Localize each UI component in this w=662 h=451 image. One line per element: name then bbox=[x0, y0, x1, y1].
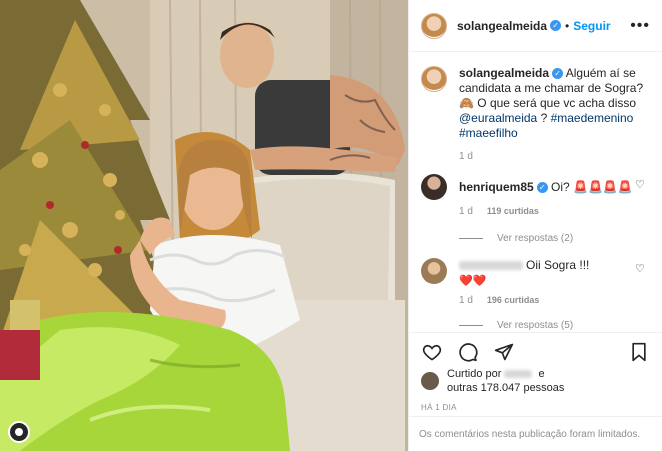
post-side-panel: solangealmeida ✓ • Seguir ••• solangealm… bbox=[408, 0, 662, 451]
action-bar bbox=[409, 333, 662, 367]
replies-line bbox=[459, 238, 483, 239]
caption-mention[interactable]: @euraalmeida bbox=[459, 111, 537, 125]
liked-by-others[interactable]: outras 178.047 pessoas bbox=[447, 382, 564, 394]
comment-meta: 1 d 196 curtidas bbox=[459, 295, 650, 306]
verified-badge-icon: ✓ bbox=[552, 68, 564, 80]
photo-illustration bbox=[0, 0, 408, 451]
bookmark-icon[interactable] bbox=[628, 341, 650, 363]
post-header: solangealmeida ✓ • Seguir ••• bbox=[409, 0, 662, 52]
comment-icon[interactable] bbox=[457, 341, 479, 363]
post-photo[interactable] bbox=[0, 0, 408, 451]
separator-dot: • bbox=[565, 18, 570, 33]
liked-by-username-blurred[interactable] bbox=[504, 370, 533, 379]
liked-by-prefix: Curtido por bbox=[447, 368, 502, 380]
comment-like-icon[interactable]: ♡ bbox=[635, 180, 646, 191]
caption-age: 1 d bbox=[459, 151, 473, 162]
comment-text: Oi? 🚨🚨🚨🚨 bbox=[547, 180, 633, 194]
comment-text: Oii Sogra !!! bbox=[526, 258, 590, 272]
heart-icon[interactable] bbox=[421, 341, 443, 363]
verified-badge-icon: ✓ bbox=[550, 20, 562, 31]
more-options-icon[interactable]: ••• bbox=[630, 17, 650, 35]
comment-body: henriquem85 ✓ Oi? 🚨🚨🚨🚨 bbox=[459, 174, 650, 200]
view-replies-label[interactable]: Ver respostas (5) bbox=[497, 320, 573, 331]
caption-text: solangealmeida ✓ Alguém aí se candidata a… bbox=[459, 66, 650, 141]
tagged-user-icon[interactable] bbox=[8, 421, 30, 443]
share-icon[interactable] bbox=[493, 341, 515, 363]
comment-body: Oii Sogra !!! ❤️❤️ bbox=[459, 258, 650, 289]
liked-by-conjunction: e bbox=[538, 368, 545, 380]
comment-likes[interactable]: 119 curtidas bbox=[487, 206, 539, 216]
comment-like-icon[interactable]: ♡ bbox=[635, 264, 646, 275]
follow-button[interactable]: Seguir bbox=[573, 19, 610, 33]
liked-by-text: Curtido por e outras 178.047 pessoas bbox=[447, 367, 564, 395]
comment-item: henriquem85 ✓ Oi? 🚨🚨🚨🚨 ♡ bbox=[421, 174, 650, 200]
author-avatar[interactable] bbox=[421, 12, 447, 39]
post-timestamp[interactable]: HÁ 1 DIA bbox=[409, 395, 662, 412]
commenter-username[interactable]: henriquem85 bbox=[459, 180, 534, 194]
view-replies-button[interactable]: Ver respostas (5) bbox=[459, 320, 650, 331]
author-username[interactable]: solangealmeida bbox=[457, 19, 547, 33]
comments-limited-notice: Os comentários nesta publicação foram li… bbox=[409, 416, 662, 451]
liked-by: Curtido por e outras 178.047 pessoas bbox=[409, 367, 662, 395]
comments-list: solangealmeida ✓ Alguém aí se candidata a… bbox=[409, 52, 662, 331]
commenter-avatar[interactable] bbox=[421, 258, 447, 284]
post-actions-section: Curtido por e outras 178.047 pessoas HÁ … bbox=[409, 332, 662, 412]
caption-username[interactable]: solangealmeida bbox=[459, 66, 549, 80]
caption: solangealmeida ✓ Alguém aí se candidata a… bbox=[421, 52, 650, 141]
caption-hashtag[interactable]: #maedemenino bbox=[551, 111, 634, 125]
caption-body-2: ? bbox=[537, 111, 551, 125]
comment-likes[interactable]: 196 curtidas bbox=[487, 295, 540, 305]
comment-item: Oii Sogra !!! ❤️❤️ ♡ bbox=[421, 258, 650, 289]
caption-hashtag[interactable]: #maeefilho bbox=[459, 126, 518, 140]
caption-avatar[interactable] bbox=[421, 66, 447, 92]
view-replies-button[interactable]: Ver respostas (2) bbox=[459, 233, 650, 244]
comment-text-emoji: ❤️❤️ bbox=[459, 275, 487, 287]
comment-meta: 1 d 119 curtidas bbox=[459, 206, 650, 217]
view-replies-label[interactable]: Ver respostas (2) bbox=[497, 233, 573, 244]
comment-age: 1 d bbox=[459, 206, 473, 217]
replies-line bbox=[459, 325, 483, 326]
commenter-avatar[interactable] bbox=[421, 174, 447, 200]
commenter-username-blurred[interactable] bbox=[459, 261, 523, 271]
comment-age: 1 d bbox=[459, 295, 473, 306]
verified-badge-icon: ✓ bbox=[536, 182, 548, 194]
liked-by-avatar[interactable] bbox=[421, 372, 439, 390]
